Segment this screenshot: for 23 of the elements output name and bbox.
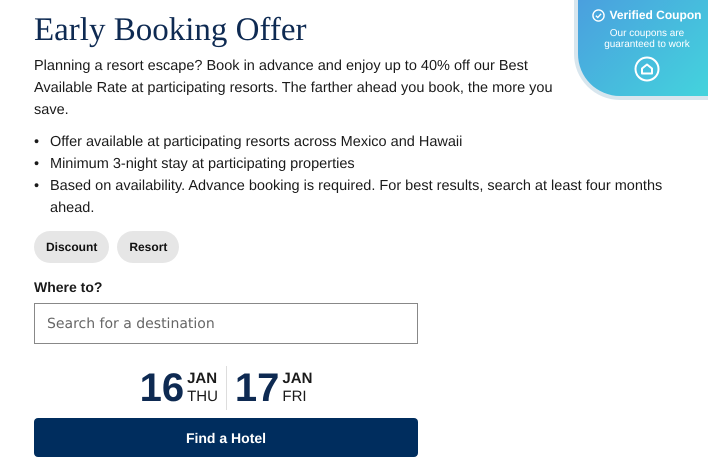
intro-paragraph: Planning a resort escape? Book in advance and enjoy up to 40% off our Best Available Rate at participating resorts. The farther ahead you book, the more you save. [34, 57, 554, 120]
date-month[interactable]: JAN [187, 370, 218, 388]
bullet-marker: • [34, 133, 40, 152]
house-icon [634, 56, 660, 82]
check-circle-icon [592, 8, 606, 22]
badge-text: Our coupons are guaranteed to work [603, 28, 691, 50]
bullet-item: Minimum 3-night stay at participating properties [50, 155, 355, 174]
badge-title: Verified Coupon [609, 8, 702, 22]
date-day[interactable]: 16 [140, 368, 184, 408]
tag-chip[interactable]: Resort [117, 231, 180, 263]
destination-field[interactable]: Search for a destination [34, 303, 418, 344]
bullet-marker: • [34, 177, 40, 196]
page-title: Early Booking Offer [34, 12, 306, 49]
find-hotel-button[interactable]: Find a Hotel [34, 418, 418, 457]
date-weekday[interactable]: THU [187, 388, 218, 406]
bullet-marker: • [34, 155, 40, 174]
bullet-item: Based on availability. Advance booking is required. For best results, search at least four months ahead. [50, 177, 664, 218]
date-weekday[interactable]: FRI [282, 388, 312, 406]
date-month[interactable]: JAN [282, 370, 312, 388]
bullet-item: Offer available at participating resorts across Mexico and Hawaii [50, 133, 462, 152]
field-label: Where to? [34, 279, 104, 295]
tag-chip[interactable]: Discount [34, 231, 110, 263]
date-day[interactable]: 17 [234, 368, 280, 408]
